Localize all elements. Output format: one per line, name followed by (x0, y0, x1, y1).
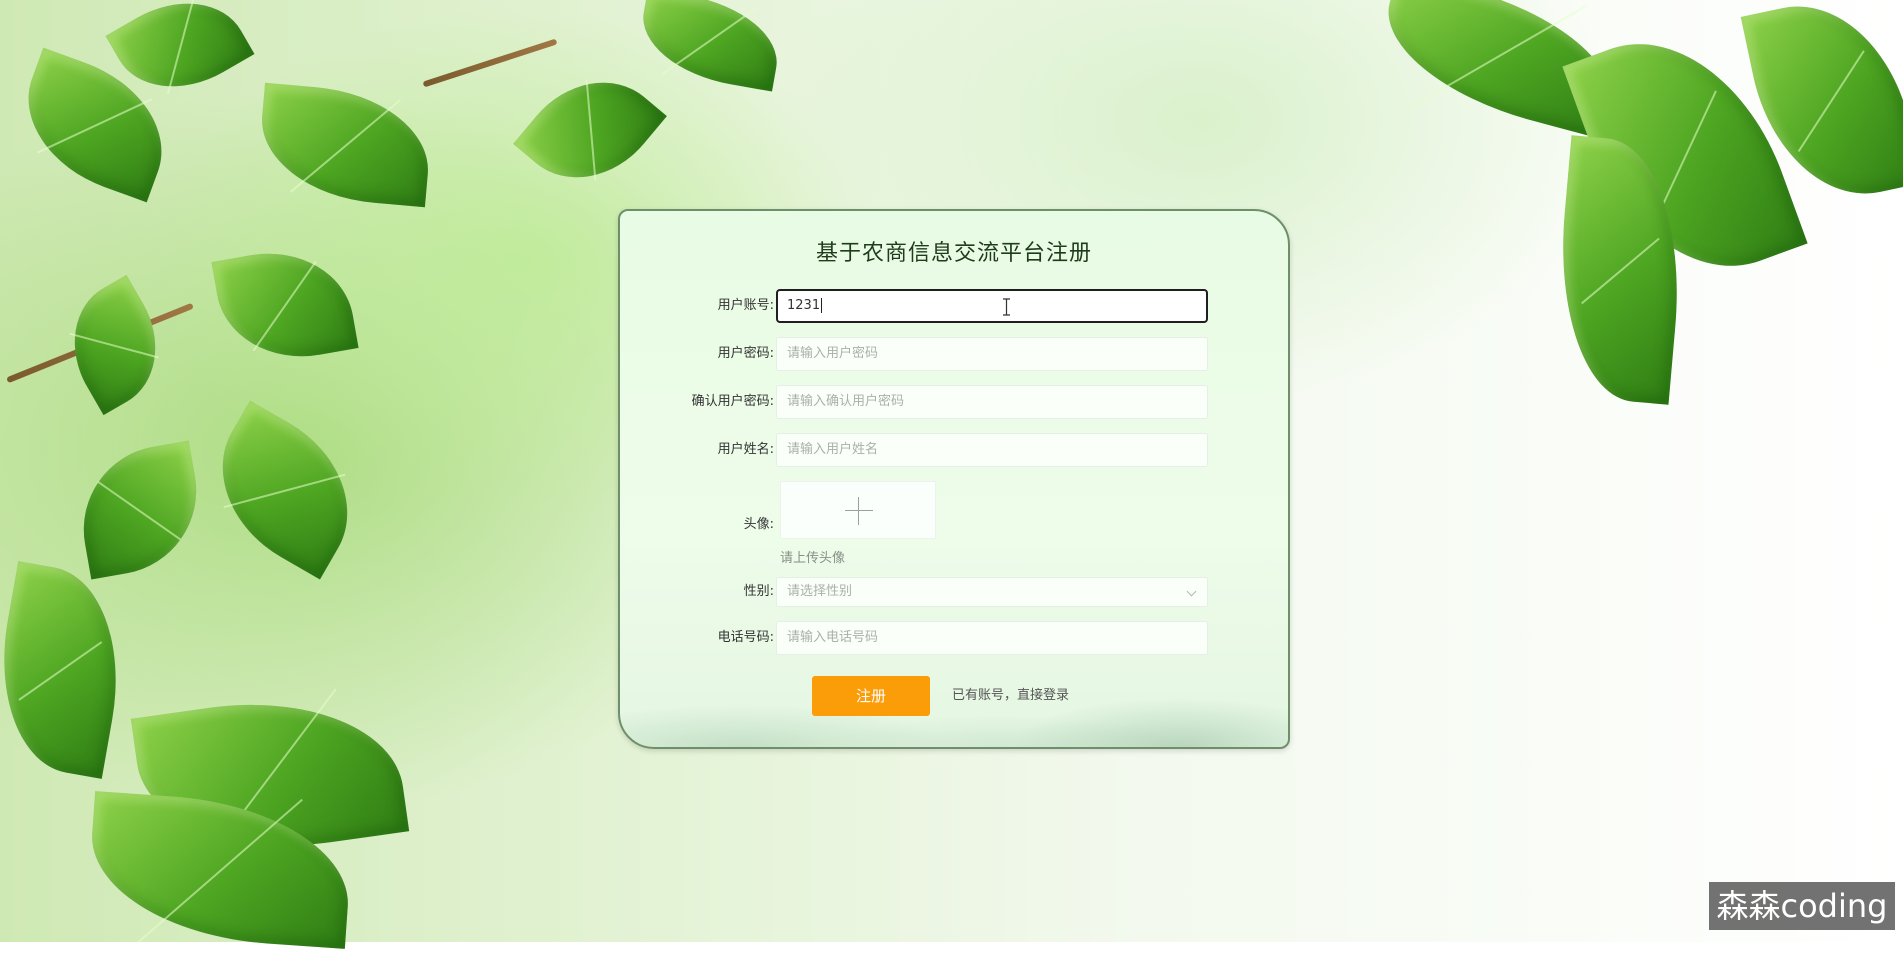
register-button[interactable]: 注册 (812, 676, 930, 716)
plus-icon (845, 510, 873, 511)
watermark: 森森coding (1709, 882, 1895, 930)
gender-placeholder: 请选择性别 (787, 584, 853, 599)
text-caret (821, 298, 823, 313)
name-row: 用户姓名: 请输入用户姓名 (620, 433, 1288, 467)
gender-select[interactable]: 请选择性别 (776, 577, 1208, 607)
leaf-decoration (211, 239, 359, 371)
leaf-decoration (70, 440, 210, 580)
password-input[interactable]: 请输入用户密码 (776, 337, 1208, 371)
phone-label: 电话号码: (717, 630, 774, 645)
name-placeholder: 请输入用户姓名 (787, 442, 879, 457)
leaf-decoration (48, 274, 182, 416)
phone-placeholder: 请输入电话号码 (787, 630, 879, 645)
phone-row: 电话号码: 请输入电话号码 (620, 621, 1288, 655)
gender-row: 性别: 请选择性别 (620, 577, 1288, 607)
register-card: 基于农商信息交流平台注册 用户账号: 1231 用户密码: 请输入用户密码 确认… (618, 209, 1290, 749)
login-link[interactable]: 已有账号，直接登录 (952, 676, 1069, 716)
confirm-password-input[interactable]: 请输入确认用户密码 (776, 385, 1208, 419)
plus-icon-vertical (858, 497, 859, 525)
account-input[interactable]: 1231 (776, 289, 1208, 323)
leaf-decoration (513, 51, 667, 209)
gender-label: 性别: (743, 584, 774, 599)
confirm-password-label: 确认用户密码: (691, 394, 774, 409)
confirm-password-row: 确认用户密码: 请输入确认用户密码 (620, 385, 1288, 419)
name-input[interactable]: 请输入用户姓名 (776, 433, 1208, 467)
name-label: 用户姓名: (717, 442, 774, 457)
ibeam-cursor-icon (1003, 298, 1010, 316)
page-title: 基于农商信息交流平台注册 (815, 241, 1092, 266)
chevron-down-icon (1186, 586, 1197, 597)
avatar-label: 头像: (743, 517, 774, 532)
leaf-decoration (0, 561, 137, 779)
password-placeholder: 请输入用户密码 (787, 346, 879, 361)
password-row: 用户密码: 请输入用户密码 (620, 337, 1288, 371)
avatar-upload-button[interactable] (780, 481, 936, 539)
account-label: 用户账号: (717, 298, 774, 313)
leaf-decoration (634, 0, 786, 92)
avatar-upload-tip: 请上传头像 (780, 551, 846, 566)
avatar-row: 头像: 请上传头像 (620, 481, 1288, 571)
leaf-decoration (255, 82, 435, 208)
password-label: 用户密码: (717, 346, 774, 361)
branch-decoration (422, 38, 558, 88)
account-input-value: 1231 (787, 298, 821, 313)
leaf-decoration (190, 400, 380, 580)
confirm-password-placeholder: 请输入确认用户密码 (787, 394, 905, 409)
phone-input[interactable]: 请输入电话号码 (776, 621, 1208, 655)
account-row: 用户账号: 1231 (620, 289, 1288, 323)
